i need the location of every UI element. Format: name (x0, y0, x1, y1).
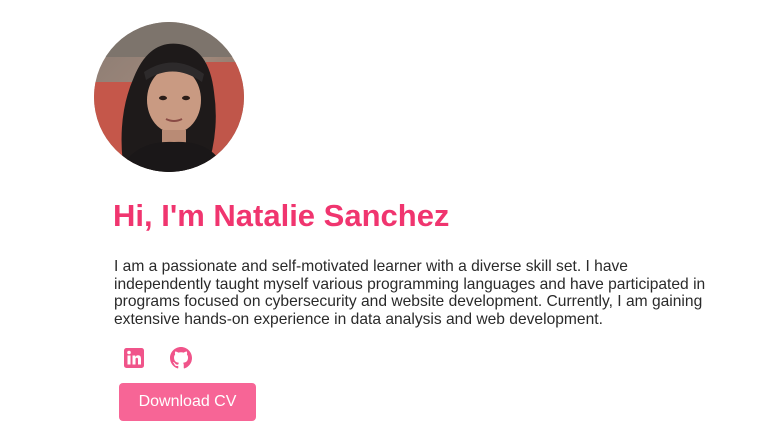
page-title: Hi, I'm Natalie Sanchez (113, 198, 450, 233)
linkedin-link[interactable] (123, 347, 145, 369)
download-cv-button[interactable]: Download CV (119, 383, 256, 421)
profile-photo (94, 22, 244, 172)
github-link[interactable] (170, 347, 192, 369)
linkedin-icon (124, 348, 144, 368)
bio-text: I am a passionate and self-motivated lea… (114, 258, 706, 328)
social-links (123, 347, 192, 369)
hero-section: Hi, I'm Natalie Sanchez I am a passionat… (0, 0, 772, 442)
github-icon (170, 347, 192, 369)
